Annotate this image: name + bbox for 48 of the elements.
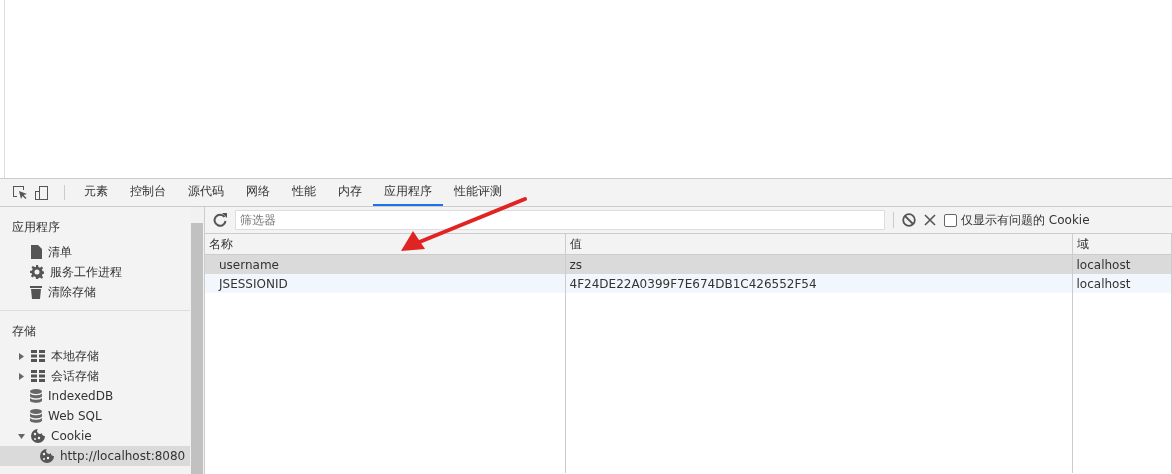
section-title: 应用程序 xyxy=(11,219,61,236)
sidebar-item[interactable]: 清除存储 xyxy=(0,282,190,302)
panel-tab[interactable]: 元素 xyxy=(73,179,119,206)
panel-tab[interactable]: 源代码 xyxy=(177,179,235,206)
panel-tab[interactable]: 网络 xyxy=(235,179,281,206)
sidebar-item[interactable]: http://localhost:8080 xyxy=(0,446,190,466)
grid-icon xyxy=(31,350,45,362)
file-icon xyxy=(30,245,42,259)
table-cell: username xyxy=(205,254,565,274)
table-cell: JSESSIONID xyxy=(205,274,565,293)
cookie-icon xyxy=(40,449,54,463)
sidebar-item[interactable]: Cookie xyxy=(0,426,190,446)
cookie-icon xyxy=(31,429,45,443)
column-header[interactable]: 域 xyxy=(1072,234,1172,255)
database-icon xyxy=(30,409,42,423)
checkbox-label: 仅显示有问题的 Cookie xyxy=(961,211,1090,229)
filter-field[interactable]: 筛选器 xyxy=(235,210,885,230)
column-header[interactable]: 值 xyxy=(565,234,1072,255)
block-icon[interactable] xyxy=(902,213,916,227)
checkbox[interactable] xyxy=(944,213,957,227)
collapse-triangle-icon[interactable] xyxy=(18,372,25,380)
sidebar-item[interactable]: IndexedDB xyxy=(0,386,190,406)
refresh-icon[interactable] xyxy=(213,213,227,227)
trash-icon xyxy=(30,285,42,299)
device-icon[interactable] xyxy=(34,184,50,201)
sidebar-item[interactable]: 会话存储 xyxy=(0,366,190,386)
table-cell: 4F24DE22A0399F7E674DB1C426552F54 xyxy=(565,274,1072,293)
sidebar-item[interactable]: Web SQL xyxy=(0,406,190,426)
sidebar-item[interactable]: 服务工作进程 xyxy=(0,262,190,282)
table-cell: localhost xyxy=(1072,274,1172,293)
sidebar-item[interactable]: 本地存储 xyxy=(0,346,190,366)
sidebar-item[interactable]: 清单 xyxy=(0,242,190,262)
collapse-triangle-icon[interactable] xyxy=(18,352,25,360)
panel-tab[interactable]: 内存 xyxy=(327,179,373,206)
expand-triangle-icon[interactable] xyxy=(18,432,25,440)
panel-tab[interactable]: 性能评测 xyxy=(443,179,513,206)
database-icon xyxy=(30,389,42,403)
panel-tab[interactable]: 控制台 xyxy=(119,179,177,206)
section-title: 存储 xyxy=(11,323,37,340)
inspect-icon[interactable] xyxy=(12,184,28,201)
panel-tab[interactable]: 性能 xyxy=(281,179,327,206)
gear-icon xyxy=(30,265,44,279)
grid-icon xyxy=(31,370,45,382)
table-row[interactable]: JSESSIONID 4F24DE22A0399F7E674DB1C426552F54 localhost xyxy=(205,274,1172,293)
clear-icon[interactable] xyxy=(924,214,936,226)
column-header[interactable]: 名称 xyxy=(205,234,565,255)
scrollbar[interactable] xyxy=(190,207,205,474)
table-row[interactable]: username zs localhost xyxy=(205,254,1172,274)
